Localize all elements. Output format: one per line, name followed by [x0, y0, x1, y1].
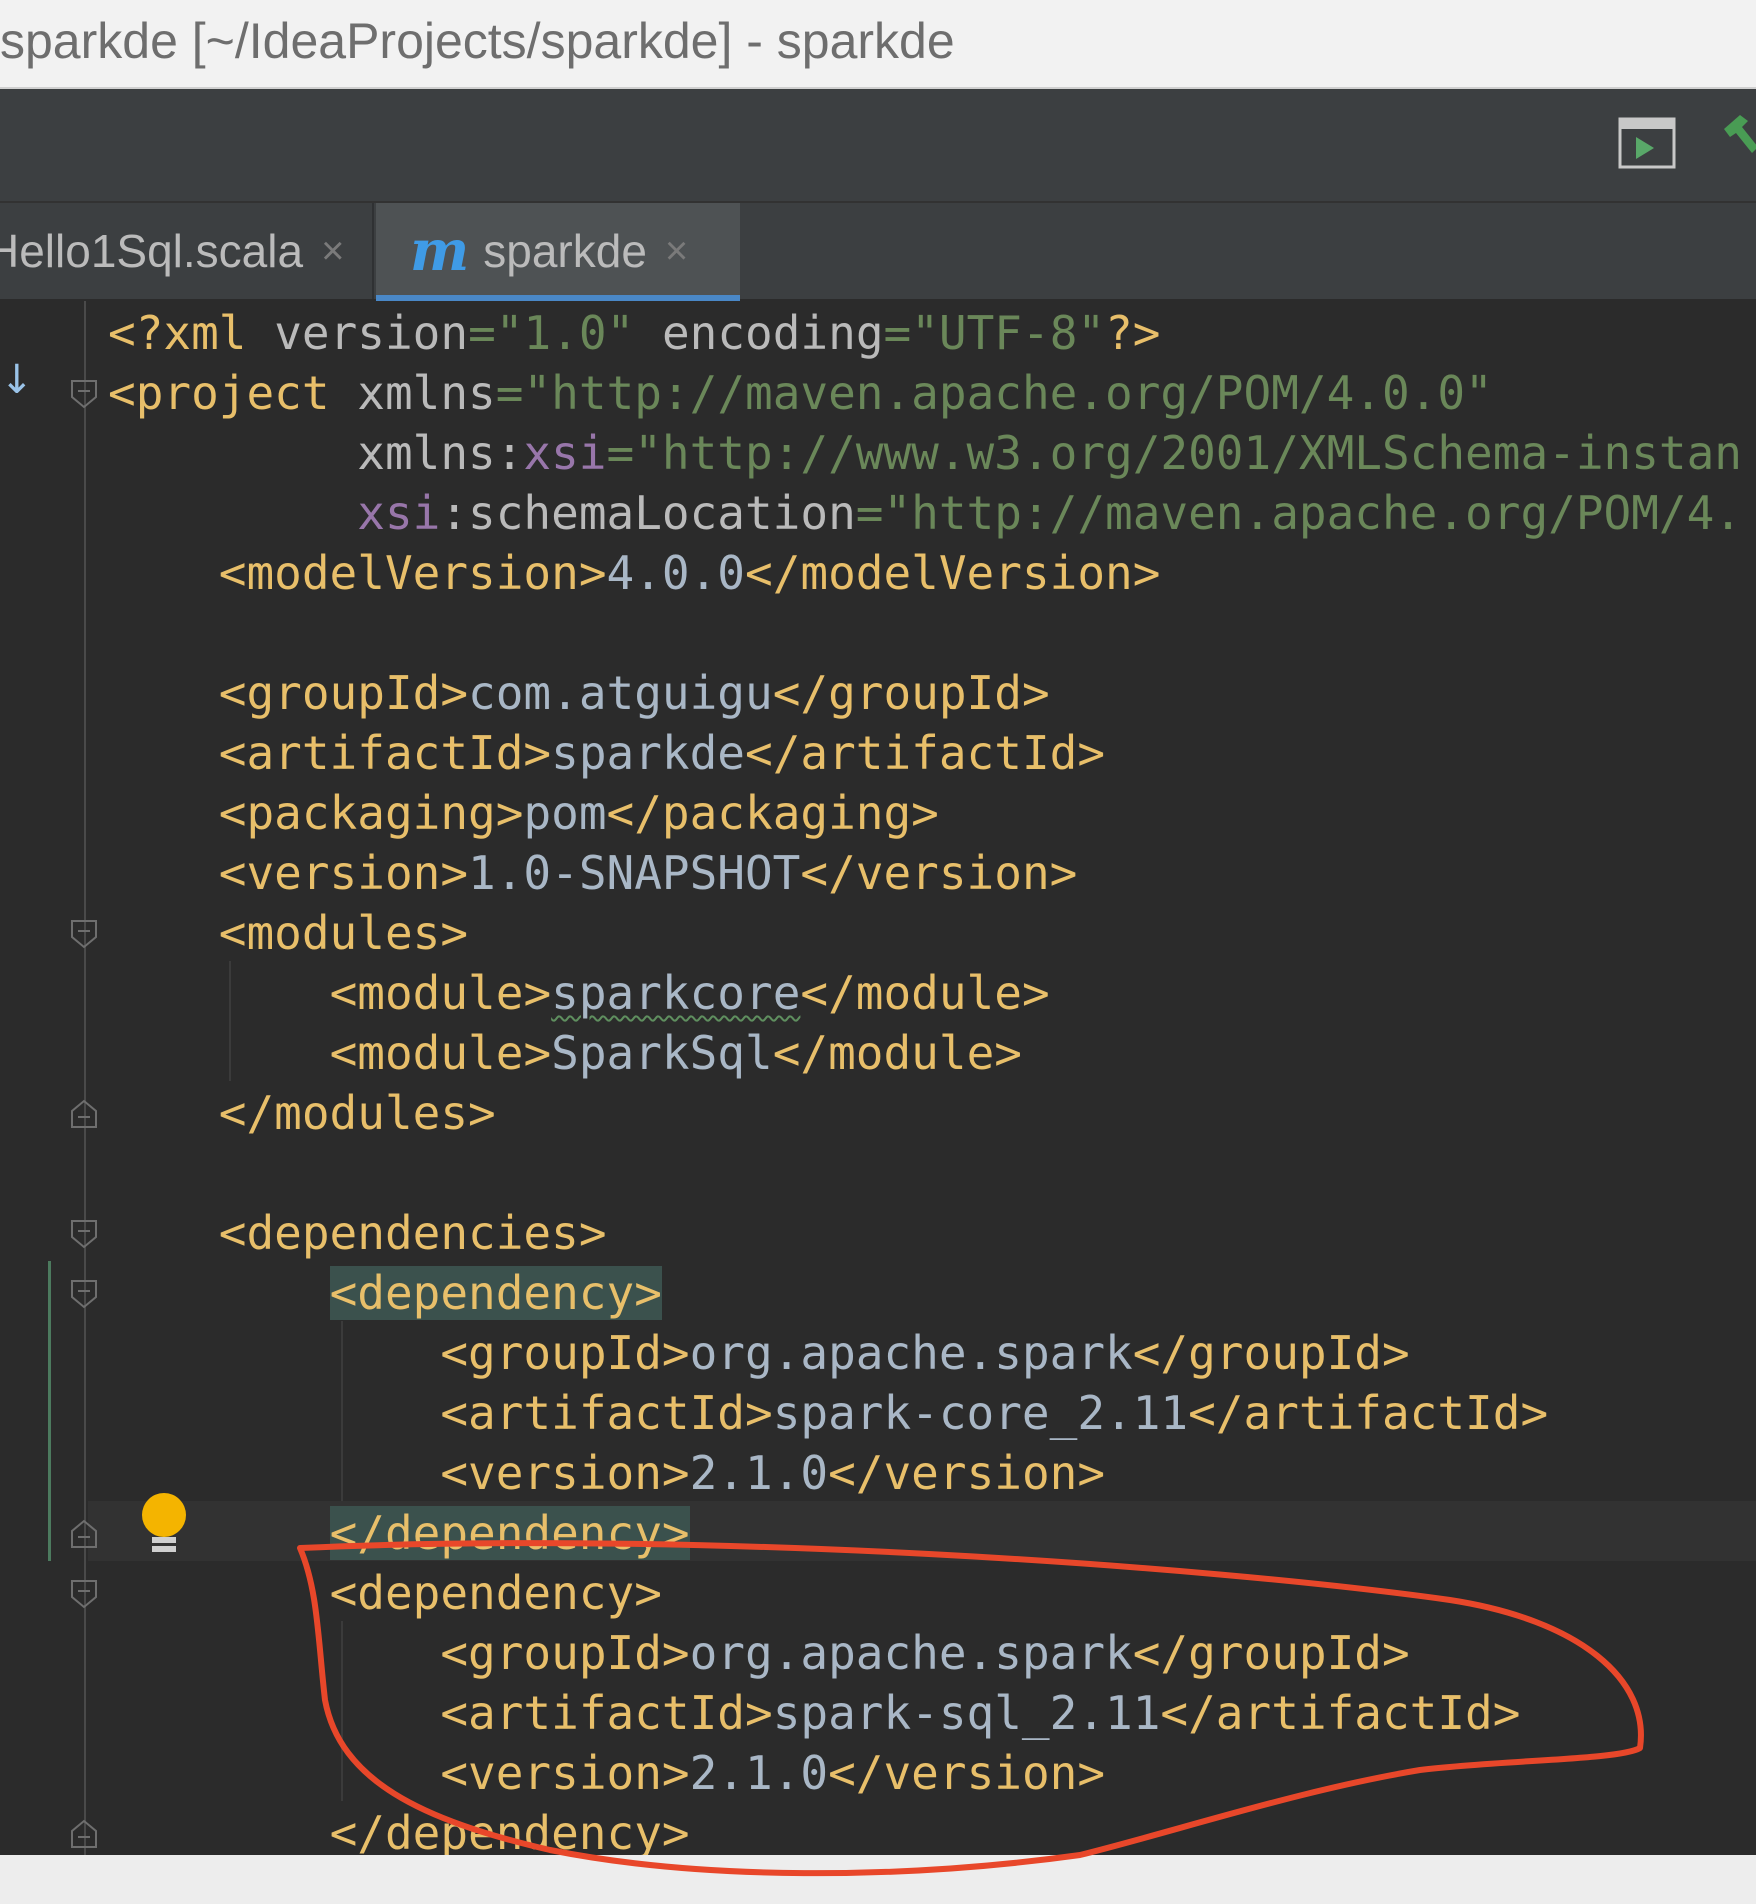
toolbar [0, 89, 1756, 203]
code-line: xsi:schemaLocation="http://maven.apache.… [357, 486, 1742, 540]
vcs-change-marker [48, 1261, 51, 1561]
code-line: </dependency> [329, 1806, 690, 1855]
code-line: <dependency> [329, 1266, 662, 1320]
code-line: <artifactId>spark-core_2.11</artifactId> [440, 1386, 1549, 1440]
maven-m-icon: m [410, 218, 470, 284]
code-line: <?xml version="1.0" encoding="UTF-8"?> [108, 306, 1161, 360]
code-line: <groupId>org.apache.spark</groupId> [440, 1626, 1410, 1680]
code-line: <module>sparkcore</module> [329, 966, 1050, 1020]
code-line: <artifactId>sparkde</artifactId> [218, 726, 1106, 780]
code-line: <dependency> [329, 1566, 662, 1620]
run-frame-icon[interactable] [1618, 117, 1676, 169]
code-line: </modules> [218, 1086, 496, 1140]
fold-open-icon[interactable] [70, 919, 98, 949]
code-line: <modelVersion>4.0.0</modelVersion> [218, 546, 1161, 600]
code-content[interactable]: <?xml version="1.0" encoding="UTF-8"?> <p… [108, 303, 1742, 1855]
fold-close-icon[interactable] [70, 1819, 98, 1849]
tab-label: sparkde [483, 225, 647, 277]
window-bottom-edge [0, 1855, 1756, 1904]
code-line: <module>SparkSql</module> [329, 1026, 1022, 1080]
code-line: <groupId>org.apache.spark</groupId> [440, 1326, 1410, 1380]
fold-open-icon[interactable] [70, 1579, 98, 1609]
window-title: sparkde [~/IdeaProjects/sparkde] - spark… [0, 13, 955, 69]
tab-hello1sql-scala[interactable]: Hello1Sql.scala × [0, 203, 374, 299]
fold-open-icon[interactable] [70, 1219, 98, 1249]
code-line: <version>2.1.0</version> [440, 1746, 1106, 1800]
fold-close-icon[interactable] [70, 1519, 98, 1549]
code-line: <packaging>pom</packaging> [218, 786, 939, 840]
code-line: <dependencies> [218, 1206, 607, 1260]
code-line: <project xmlns="http://maven.apache.org/… [108, 366, 1493, 420]
fold-open-icon[interactable] [70, 1279, 98, 1309]
code-line: <artifactId>spark-sql_2.11</artifactId> [440, 1686, 1521, 1740]
code-line: <groupId>com.atguigu</groupId> [218, 666, 1050, 720]
close-icon[interactable]: × [665, 229, 688, 274]
tab-label: Hello1Sql.scala [0, 225, 304, 277]
code-line: xmlns:xsi="http://www.w3.org/2001/XMLSch… [357, 426, 1742, 480]
fold-close-icon[interactable] [70, 1099, 98, 1129]
editor-tab-bar: Hello1Sql.scala × m sparkde × [0, 203, 1756, 303]
tab-sparkde-pom[interactable]: m sparkde × [376, 203, 740, 303]
close-icon[interactable]: × [321, 229, 344, 274]
code-editor[interactable]: ↓ <?xml version="1.0" encoding="UTF-8"?>… [0, 301, 1756, 1855]
gutter-separator [84, 301, 86, 1855]
code-line: <modules> [218, 906, 469, 960]
code-line: <version>2.1.0</version> [440, 1446, 1106, 1500]
fold-open-icon[interactable] [70, 379, 98, 409]
window-title-bar: sparkde [~/IdeaProjects/sparkde] - spark… [0, 0, 1756, 89]
arrow-down-icon: ↓ [0, 357, 34, 403]
code-line: </dependency> [329, 1506, 690, 1560]
code-line: <version>1.0-SNAPSHOT</version> [218, 846, 1078, 900]
build-hammer-icon[interactable] [1718, 107, 1756, 167]
